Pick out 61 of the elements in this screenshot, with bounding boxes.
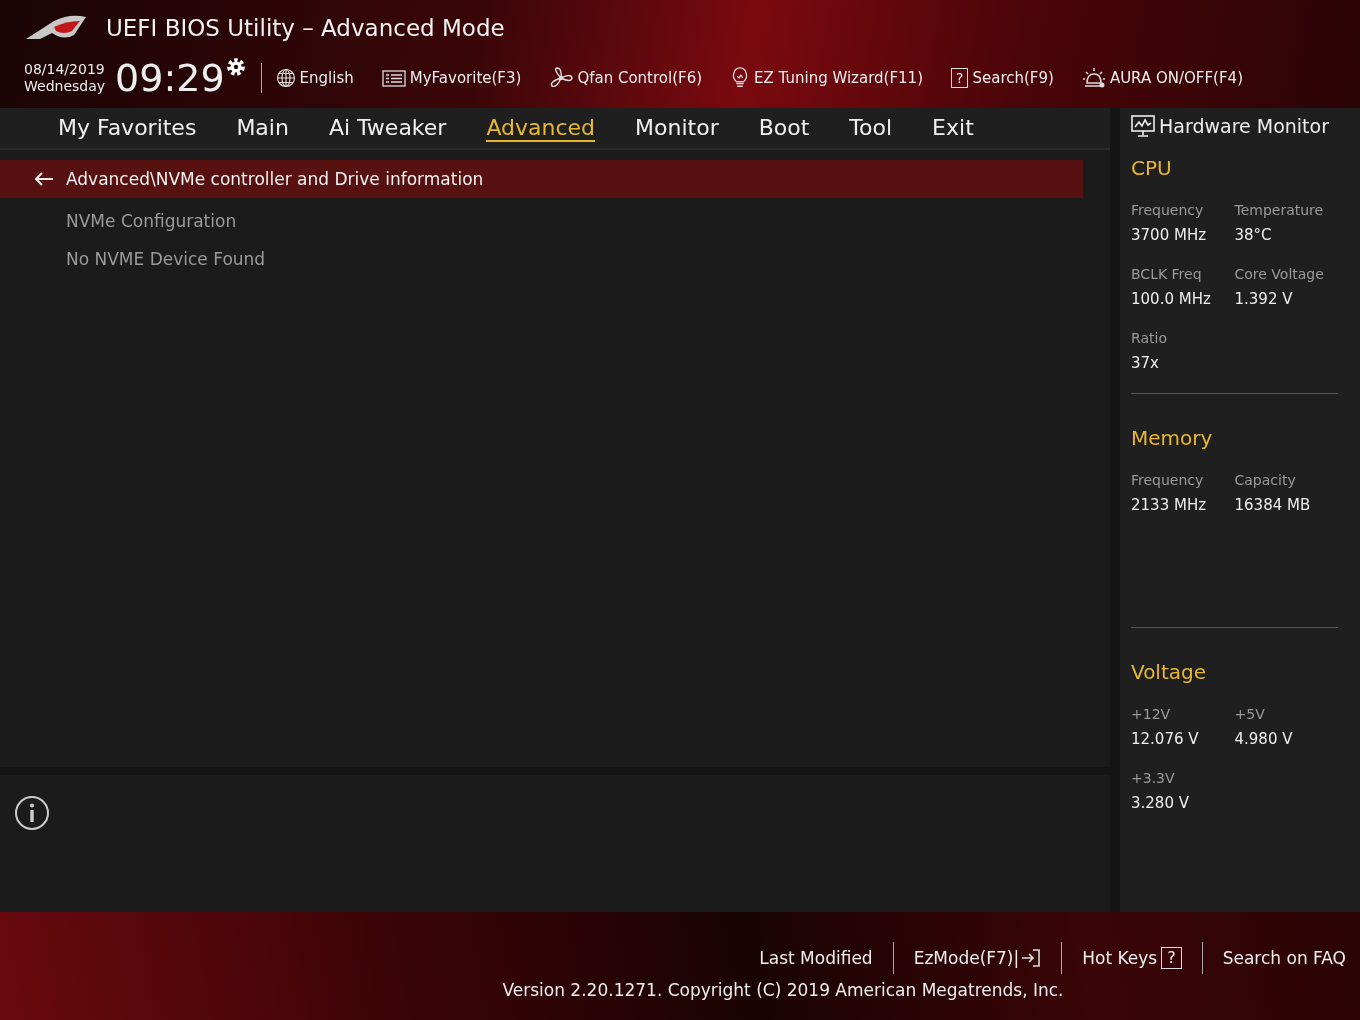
toolbar-button[interactable]: Qfan Control(F6) — [549, 67, 703, 89]
back-arrow-icon[interactable] — [34, 171, 54, 187]
help-icon: ? — [1161, 947, 1182, 969]
help-icon: ? — [951, 68, 969, 88]
reading-label: +3.3V — [1131, 770, 1176, 786]
footer-button[interactable]: Search on FAQ — [1222, 948, 1346, 968]
footer-button[interactable]: EzMode(F7)| — [913, 948, 1042, 968]
reading-value: 38°C — [1234, 226, 1273, 244]
toolbar-button[interactable]: MyFavorite(F3) — [381, 67, 522, 89]
reading-label: Temperature — [1234, 202, 1325, 218]
globe-icon — [275, 67, 296, 89]
list-icon — [381, 67, 406, 89]
footer-button[interactable]: Hot Keys ? — [1082, 947, 1182, 969]
menu-tab[interactable]: Exit — [932, 114, 974, 142]
menu-tab[interactable]: Advanced — [486, 114, 596, 142]
menu-tab[interactable]: Main — [236, 114, 289, 142]
reading-label: Frequency — [1131, 202, 1205, 218]
light-icon — [1081, 67, 1106, 89]
footer-button[interactable]: Last Modified — [759, 948, 873, 968]
day-text: Wednesday — [24, 78, 106, 95]
reading-label: +12V — [1131, 706, 1172, 722]
reading-value: 1.392 V — [1234, 290, 1294, 308]
reading-value: 16384 MB — [1234, 496, 1312, 514]
menu-tab[interactable]: Tool — [849, 114, 893, 142]
reading-label: +5V — [1234, 706, 1266, 722]
breadcrumb-path: Advanced\NVMe controller and Drive information — [66, 169, 484, 189]
reading-label: BCLK Freq — [1131, 266, 1203, 282]
reading-value: 4.980 V — [1234, 730, 1294, 748]
reading-value: 2133 MHz — [1131, 496, 1208, 514]
toolbar-button[interactable]: English — [275, 67, 354, 89]
menu-tab[interactable]: Monitor — [635, 114, 719, 142]
reading-value: 3.280 V — [1131, 794, 1190, 812]
reading-value: 12.076 V — [1131, 730, 1200, 748]
settings-icon[interactable] — [224, 56, 247, 78]
reading-value: 3700 MHz — [1131, 226, 1208, 244]
reading-label: Ratio — [1131, 330, 1168, 346]
copyright-text: Version 2.20.1271. Copyright (C) 2019 American Megatrends, Inc. — [502, 980, 1064, 1000]
clock-time: 09:29 — [115, 58, 225, 98]
reading-value: 100.0 MHz — [1131, 290, 1212, 308]
window-title: UEFI BIOS Utility – Advanced Mode — [106, 15, 505, 41]
reading-label: Core Voltage — [1234, 266, 1325, 282]
menu-item[interactable]: No NVME Device Found — [66, 246, 266, 272]
exit-icon — [1021, 948, 1042, 968]
section-title: CPU — [1131, 156, 1173, 180]
panel-title: Hardware Monitor — [1159, 115, 1329, 137]
date-text: 08/14/2019 — [24, 61, 106, 78]
menu-tab[interactable]: My Favorites — [58, 114, 197, 142]
toolbar-button[interactable]: ? Search(F9) — [951, 68, 1054, 88]
info-icon — [14, 795, 50, 831]
reading-label: Capacity — [1234, 472, 1297, 488]
menu-tab[interactable]: Ai Tweaker — [328, 114, 447, 142]
reading-value: 37x — [1131, 354, 1160, 372]
section-title: Voltage — [1131, 660, 1208, 684]
fan-icon — [549, 67, 574, 89]
monitor-icon — [1131, 115, 1155, 137]
menu-item[interactable]: NVMe Configuration — [66, 208, 237, 234]
reading-label: Frequency — [1131, 472, 1205, 488]
section-title: Memory — [1131, 426, 1214, 450]
menu-tab[interactable]: Boot — [758, 114, 810, 142]
toolbar-button[interactable]: EZ Tuning Wizard(F11) — [730, 67, 923, 89]
toolbar-button[interactable]: AURA ON/OFF(F4) — [1081, 67, 1243, 89]
